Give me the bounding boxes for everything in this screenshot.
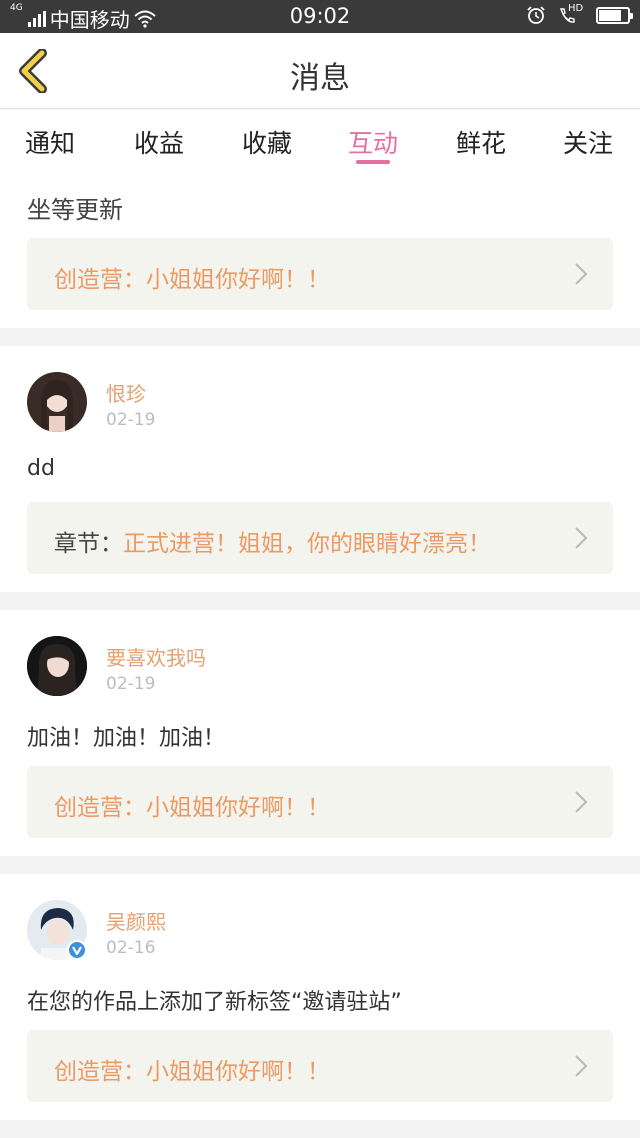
message-card: 吴颜熙 02-16 在您的作品上添加了新标签“邀请驻站” 创造营：小姐姐你好啊！…	[0, 874, 640, 1120]
message-date: 02-16	[106, 938, 156, 958]
message-content: 在您的作品上添加了新标签“邀请驻站”	[27, 990, 402, 1015]
hd-label: HD	[568, 3, 584, 14]
alarm-icon	[527, 6, 545, 24]
message-content: 加油！加油！加油！	[27, 726, 226, 751]
reference-title: 正式进营！姐姐，你的眼睛好漂亮！	[123, 531, 491, 557]
reference-title: 创造营：小姐姐你好啊！！	[54, 795, 330, 821]
reference-link[interactable]: 章节：正式进营！姐姐，你的眼睛好漂亮！	[27, 502, 613, 574]
tab-follow[interactable]: 关注	[543, 124, 633, 160]
battery-icon	[596, 6, 633, 24]
reference-text: 创造营：小姐姐你好啊！！	[54, 1052, 330, 1086]
username[interactable]: 恨珍	[106, 378, 146, 407]
tab-favorites[interactable]: 收藏	[222, 124, 312, 160]
tab-bar: 通知 收益 收藏 互动 鲜花 关注	[0, 110, 640, 172]
username[interactable]: 要喜欢我吗	[106, 642, 206, 671]
reference-link[interactable]: 创造营：小姐姐你好啊！！	[27, 238, 613, 310]
tab-notification[interactable]: 通知	[5, 124, 95, 160]
verified-badge-icon	[67, 940, 87, 960]
message-date: 02-19	[106, 410, 156, 430]
chevron-right-icon	[575, 791, 587, 813]
tab-flowers[interactable]: 鲜花	[436, 124, 526, 160]
page-title: 消息	[290, 61, 350, 96]
hd-call-icon: HD	[558, 3, 584, 25]
reference-title: 创造营：小姐姐你好啊！！	[54, 1059, 330, 1085]
tab-interaction[interactable]: 互动	[328, 124, 418, 160]
reference-title: 创造营：小姐姐你好啊！！	[54, 267, 330, 293]
chevron-right-icon	[575, 1055, 587, 1077]
message-date: 02-19	[106, 674, 156, 694]
user-avatar[interactable]	[27, 372, 87, 432]
reference-prefix: 章节：	[54, 531, 123, 557]
status-right: HD	[526, 3, 633, 25]
chevron-right-icon	[575, 263, 587, 285]
message-content: 坐等更新	[27, 196, 123, 224]
username[interactable]: 吴颜熙	[106, 906, 166, 935]
avatar-image	[27, 636, 87, 696]
message-card: 要喜欢我吗 02-19 加油！加油！加油！ 创造营：小姐姐你好啊！！	[0, 610, 640, 856]
message-card: 恨珍 02-19 dd 章节：正式进营！姐姐，你的眼睛好漂亮！	[0, 346, 640, 592]
reference-text: 创造营：小姐姐你好啊！！	[54, 788, 330, 822]
avatar-image	[41, 380, 73, 432]
nav-bar: 消息	[0, 33, 640, 109]
active-tab-indicator	[356, 160, 390, 164]
reference-link[interactable]: 创造营：小姐姐你好啊！！	[27, 766, 613, 838]
user-avatar[interactable]	[27, 636, 87, 696]
reference-link[interactable]: 创造营：小姐姐你好啊！！	[27, 1030, 613, 1102]
message-card: 坐等更新 创造营：小姐姐你好啊！！	[0, 172, 640, 328]
battery-level	[599, 9, 621, 21]
reference-text: 章节：正式进营！姐姐，你的眼睛好漂亮！	[54, 524, 491, 558]
status-bar: 4G 中国移动 09:02 HD	[0, 0, 640, 33]
reference-text: 创造营：小姐姐你好啊！！	[54, 260, 330, 294]
tab-earnings[interactable]: 收益	[114, 124, 204, 160]
message-content: dd	[27, 456, 55, 481]
chevron-right-icon	[575, 527, 587, 549]
